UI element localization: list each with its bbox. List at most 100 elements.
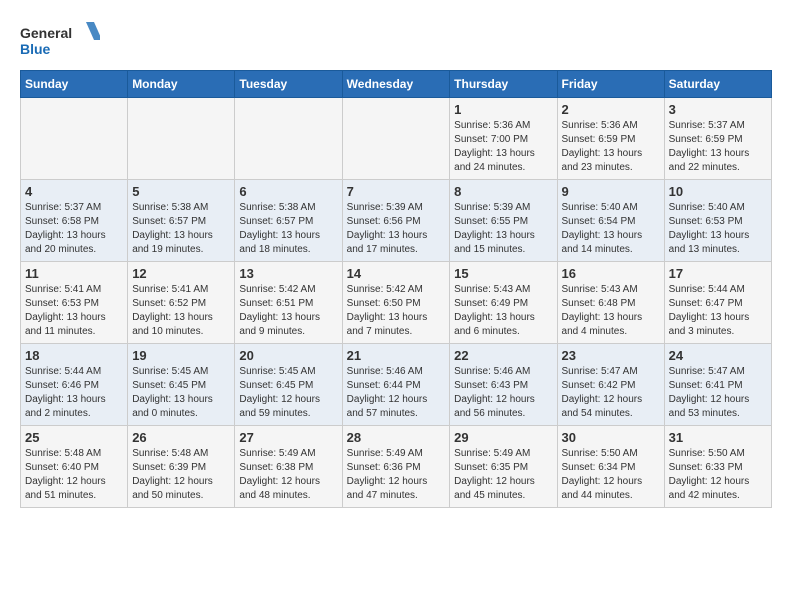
calendar-cell: [235, 98, 342, 180]
calendar-table: SundayMondayTuesdayWednesdayThursdayFrid…: [20, 70, 772, 508]
page-header: General Blue: [20, 20, 772, 60]
column-header-thursday: Thursday: [450, 71, 557, 98]
day-info: Sunrise: 5:42 AM Sunset: 6:50 PM Dayligh…: [347, 283, 446, 339]
day-number: 20: [239, 348, 337, 363]
day-info: Sunrise: 5:36 AM Sunset: 6:59 PM Dayligh…: [562, 119, 660, 175]
calendar-cell: 12Sunrise: 5:41 AM Sunset: 6:52 PM Dayli…: [128, 262, 235, 344]
day-number: 26: [132, 430, 230, 445]
day-number: 13: [239, 266, 337, 281]
day-number: 16: [562, 266, 660, 281]
logo-svg: General Blue: [20, 20, 100, 60]
calendar-cell: 24Sunrise: 5:47 AM Sunset: 6:41 PM Dayli…: [664, 344, 771, 426]
day-info: Sunrise: 5:36 AM Sunset: 7:00 PM Dayligh…: [454, 119, 552, 175]
day-number: 5: [132, 184, 230, 199]
day-number: 3: [669, 102, 767, 117]
day-number: 1: [454, 102, 552, 117]
calendar-cell: 19 Sunrise: 5:45 AM Sunset: 6:45 PM Dayli…: [128, 344, 235, 426]
day-number: 29: [454, 430, 552, 445]
day-info: Sunrise: 5:49 AM Sunset: 6:36 PM Dayligh…: [347, 447, 446, 503]
day-info: Sunrise: 5:50 AM Sunset: 6:33 PM Dayligh…: [669, 447, 767, 503]
calendar-cell: 31 Sunrise: 5:50 AM Sunset: 6:33 PM Dayli…: [664, 426, 771, 508]
day-number: 23: [562, 348, 660, 363]
week-row-2: 4 Sunrise: 5:37 AM Sunset: 6:58 PM Daylig…: [21, 180, 772, 262]
day-info: Sunrise: 5:50 AM Sunset: 6:34 PM Dayligh…: [562, 447, 660, 503]
day-info: Sunrise: 5:44 AM Sunset: 6:47 PM Dayligh…: [669, 283, 767, 339]
day-info: Sunrise: 5:48 AM Sunset: 6:39 PM Dayligh…: [132, 447, 230, 503]
day-info: Sunrise: 5:37 AM Sunset: 6:59 PM Dayligh…: [669, 119, 767, 175]
logo: General Blue: [20, 20, 100, 60]
day-info: Sunrise: 5:46 AM Sunset: 6:44 PM Dayligh…: [347, 365, 446, 421]
calendar-cell: 18Sunrise: 5:44 AM Sunset: 6:46 PM Dayli…: [21, 344, 128, 426]
day-info: Sunrise: 5:48 AM Sunset: 6:40 PM Dayligh…: [25, 447, 123, 503]
day-number: 14: [347, 266, 446, 281]
calendar-cell: 29 Sunrise: 5:49 AM Sunset: 6:35 PM Dayli…: [450, 426, 557, 508]
calendar-cell: 28 Sunrise: 5:49 AM Sunset: 6:36 PM Dayli…: [342, 426, 450, 508]
calendar-cell: 8 Sunrise: 5:39 AM Sunset: 6:55 PM Daylig…: [450, 180, 557, 262]
day-number: 30: [562, 430, 660, 445]
week-row-5: 25 Sunrise: 5:48 AM Sunset: 6:40 PM Dayli…: [21, 426, 772, 508]
day-info: Sunrise: 5:39 AM Sunset: 6:56 PM Dayligh…: [347, 201, 446, 257]
calendar-cell: 30 Sunrise: 5:50 AM Sunset: 6:34 PM Dayli…: [557, 426, 664, 508]
calendar-cell: 5 Sunrise: 5:38 AM Sunset: 6:57 PM Daylig…: [128, 180, 235, 262]
day-info: Sunrise: 5:40 AM Sunset: 6:54 PM Dayligh…: [562, 201, 660, 257]
week-row-1: 1 Sunrise: 5:36 AM Sunset: 7:00 PM Daylig…: [21, 98, 772, 180]
calendar-cell: 27Sunrise: 5:49 AM Sunset: 6:38 PM Dayli…: [235, 426, 342, 508]
calendar-cell: 16 Sunrise: 5:43 AM Sunset: 6:48 PM Dayli…: [557, 262, 664, 344]
week-row-3: 11Sunrise: 5:41 AM Sunset: 6:53 PM Dayli…: [21, 262, 772, 344]
calendar-cell: [342, 98, 450, 180]
calendar-cell: 26 Sunrise: 5:48 AM Sunset: 6:39 PM Dayli…: [128, 426, 235, 508]
column-header-sunday: Sunday: [21, 71, 128, 98]
calendar-cell: 1 Sunrise: 5:36 AM Sunset: 7:00 PM Daylig…: [450, 98, 557, 180]
header-row: SundayMondayTuesdayWednesdayThursdayFrid…: [21, 71, 772, 98]
calendar-cell: [21, 98, 128, 180]
day-number: 25: [25, 430, 123, 445]
day-number: 21: [347, 348, 446, 363]
svg-text:General: General: [20, 25, 72, 41]
day-number: 9: [562, 184, 660, 199]
day-info: Sunrise: 5:39 AM Sunset: 6:55 PM Dayligh…: [454, 201, 552, 257]
calendar-cell: 7 Sunrise: 5:39 AM Sunset: 6:56 PM Daylig…: [342, 180, 450, 262]
calendar-cell: 15 Sunrise: 5:43 AM Sunset: 6:49 PM Dayli…: [450, 262, 557, 344]
day-info: Sunrise: 5:45 AM Sunset: 6:45 PM Dayligh…: [132, 365, 230, 421]
column-header-tuesday: Tuesday: [235, 71, 342, 98]
column-header-monday: Monday: [128, 71, 235, 98]
calendar-cell: [128, 98, 235, 180]
day-number: 6: [239, 184, 337, 199]
day-info: Sunrise: 5:38 AM Sunset: 6:57 PM Dayligh…: [132, 201, 230, 257]
day-number: 28: [347, 430, 446, 445]
day-number: 4: [25, 184, 123, 199]
day-number: 10: [669, 184, 767, 199]
column-header-friday: Friday: [557, 71, 664, 98]
day-number: 2: [562, 102, 660, 117]
calendar-cell: 4 Sunrise: 5:37 AM Sunset: 6:58 PM Daylig…: [21, 180, 128, 262]
day-info: Sunrise: 5:41 AM Sunset: 6:52 PM Dayligh…: [132, 283, 230, 339]
calendar-cell: 14 Sunrise: 5:42 AM Sunset: 6:50 PM Dayli…: [342, 262, 450, 344]
day-number: 7: [347, 184, 446, 199]
day-info: Sunrise: 5:43 AM Sunset: 6:48 PM Dayligh…: [562, 283, 660, 339]
day-info: Sunrise: 5:37 AM Sunset: 6:58 PM Dayligh…: [25, 201, 123, 257]
day-info: Sunrise: 5:41 AM Sunset: 6:53 PM Dayligh…: [25, 283, 123, 339]
day-info: Sunrise: 5:49 AM Sunset: 6:35 PM Dayligh…: [454, 447, 552, 503]
calendar-cell: 2 Sunrise: 5:36 AM Sunset: 6:59 PM Daylig…: [557, 98, 664, 180]
calendar-cell: 6Sunrise: 5:38 AM Sunset: 6:57 PM Daylig…: [235, 180, 342, 262]
column-header-wednesday: Wednesday: [342, 71, 450, 98]
calendar-cell: 23 Sunrise: 5:47 AM Sunset: 6:42 PM Dayli…: [557, 344, 664, 426]
day-info: Sunrise: 5:45 AM Sunset: 6:45 PM Dayligh…: [239, 365, 337, 421]
calendar-cell: 25 Sunrise: 5:48 AM Sunset: 6:40 PM Dayli…: [21, 426, 128, 508]
calendar-cell: 17 Sunrise: 5:44 AM Sunset: 6:47 PM Dayli…: [664, 262, 771, 344]
day-number: 15: [454, 266, 552, 281]
day-info: Sunrise: 5:43 AM Sunset: 6:49 PM Dayligh…: [454, 283, 552, 339]
day-number: 22: [454, 348, 552, 363]
calendar-cell: 20 Sunrise: 5:45 AM Sunset: 6:45 PM Dayli…: [235, 344, 342, 426]
calendar-cell: 21 Sunrise: 5:46 AM Sunset: 6:44 PM Dayli…: [342, 344, 450, 426]
calendar-cell: 3 Sunrise: 5:37 AM Sunset: 6:59 PM Daylig…: [664, 98, 771, 180]
day-info: Sunrise: 5:47 AM Sunset: 6:42 PM Dayligh…: [562, 365, 660, 421]
day-number: 24: [669, 348, 767, 363]
calendar-cell: 9 Sunrise: 5:40 AM Sunset: 6:54 PM Daylig…: [557, 180, 664, 262]
day-number: 8: [454, 184, 552, 199]
svg-text:Blue: Blue: [20, 41, 51, 57]
day-number: 19: [132, 348, 230, 363]
column-header-saturday: Saturday: [664, 71, 771, 98]
day-number: 17: [669, 266, 767, 281]
day-number: 31: [669, 430, 767, 445]
